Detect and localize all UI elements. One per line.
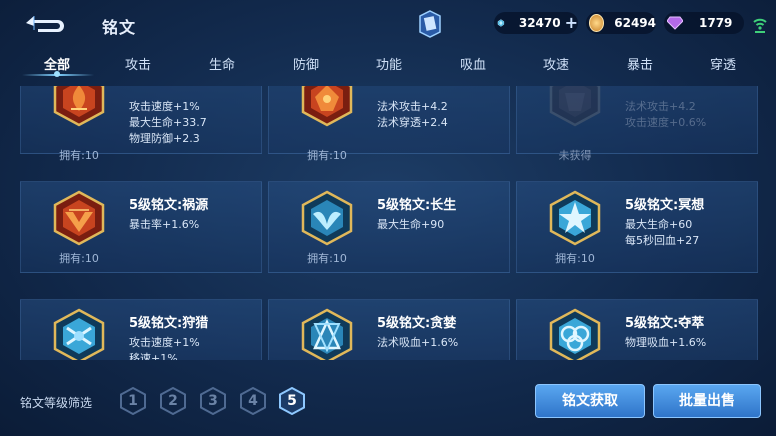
inscription-name: 5级铭文:贪婪 xyxy=(377,316,457,331)
level-filter-value: 5 xyxy=(287,393,297,409)
tab-utility[interactable]: 功能 xyxy=(376,54,402,73)
tab-attack[interactable]: 攻击 xyxy=(125,54,151,73)
gold-coin-icon xyxy=(589,14,605,32)
stat-line: 最大生命+60 xyxy=(625,218,693,231)
stat-line: 法术攻击+4.2 xyxy=(625,100,696,113)
blue-inscription-emblem-icon xyxy=(549,190,601,246)
stat-line: 物理吸血+1.6% xyxy=(625,336,707,349)
back-arrow-icon[interactable] xyxy=(24,12,66,34)
level-filter-4[interactable]: 4 xyxy=(240,387,266,415)
inscription-name: 5级铭文:祸源 xyxy=(129,198,209,213)
red-inscription-emblem-icon xyxy=(53,190,105,246)
stat-line: 物理防御+2.3 xyxy=(129,132,200,145)
stat-line: 最大生命+33.7 xyxy=(129,116,207,129)
blue-inscription-emblem-icon xyxy=(549,308,601,360)
inscription-name: 5级铭文:长生 xyxy=(377,198,457,213)
obtain-inscription-button[interactable]: 铭文获取 xyxy=(535,384,645,418)
level-filter-1[interactable]: 1 xyxy=(120,387,146,415)
diamond-count: 32470 xyxy=(518,16,561,30)
owned-count: 拥有:10 xyxy=(555,252,595,265)
category-tabs: 全部 攻击 生命 防御 功能 吸血 攻速 暴击 穿透 xyxy=(0,48,776,78)
gem-balance: 1779 xyxy=(664,12,744,34)
tab-crit[interactable]: 暴击 xyxy=(627,54,653,73)
inscription-card[interactable]: 5级铭文:夺萃 物理吸血+1.6% xyxy=(516,299,758,360)
gem-count: 1779 xyxy=(699,16,733,30)
level-filter-value: 2 xyxy=(168,393,178,409)
inscription-card[interactable]: 5级铭文:冥想 最大生命+60 每5秒回血+27 拥有:10 xyxy=(516,181,758,273)
level-filter-2[interactable]: 2 xyxy=(160,387,186,415)
purple-gem-icon xyxy=(667,16,683,30)
tab-lifesteal[interactable]: 吸血 xyxy=(460,54,486,73)
wifi-signal-icon xyxy=(753,18,767,33)
stat-line: 攻击速度+1% xyxy=(129,336,200,349)
inscription-name: 5级铭文:狩猎 xyxy=(129,316,209,331)
inscription-card[interactable]: 5级铭文:贪婪 法术吸血+1.6% xyxy=(268,299,510,360)
inscription-card[interactable]: 5级铭文:长生 最大生命+90 拥有:10 xyxy=(268,181,510,273)
diamond-icon xyxy=(497,19,505,27)
diamond-balance: 32470 + xyxy=(494,12,578,34)
level-filter-label: 铭文等级筛选 xyxy=(20,396,93,410)
owned-count: 拥有:10 xyxy=(307,252,347,265)
add-diamond-button[interactable]: + xyxy=(565,15,578,31)
level-filter-5[interactable]: 5 xyxy=(279,387,305,415)
owned-count: 未获得 xyxy=(558,149,592,162)
inscription-card[interactable]: 法术攻击+4.2 攻击速度+0.6% 未获得 xyxy=(516,86,758,162)
active-tab-indicator xyxy=(54,71,60,77)
tab-health[interactable]: 生命 xyxy=(209,54,235,73)
owned-count: 拥有:10 xyxy=(59,252,99,265)
stat-line: 每5秒回血+27 xyxy=(625,234,700,247)
bulk-sell-button[interactable]: 批量出售 xyxy=(653,384,761,418)
blue-inscription-emblem-icon xyxy=(301,308,353,360)
top-bar: 铭文 32470 + 62494 1779 xyxy=(0,0,776,48)
inscription-name: 5级铭文:夺萃 xyxy=(625,316,705,331)
stat-line: 法术攻击+4.2 xyxy=(377,100,448,113)
owned-count: 拥有:10 xyxy=(307,149,347,162)
inscription-card[interactable]: 5级铭文:狩猎 攻击速度+1% 移速+1% xyxy=(20,299,262,360)
inscription-card[interactable]: 5级铭文:祸源 暴击率+1.6% 拥有:10 xyxy=(20,181,262,273)
stat-line: 最大生命+90 xyxy=(377,218,445,231)
stat-line: 移速+1% xyxy=(129,352,178,360)
level-filter-value: 4 xyxy=(248,393,258,409)
gold-count: 62494 xyxy=(614,16,656,30)
blue-inscription-emblem-icon xyxy=(53,308,105,360)
inscription-grid: 攻击速度+1% 最大生命+33.7 物理防御+2.3 拥有:10 法术攻击+4.… xyxy=(0,86,776,360)
stat-line: 暴击率+1.6% xyxy=(129,218,200,231)
tab-attack-speed[interactable]: 攻速 xyxy=(543,54,569,73)
stat-line: 法术穿透+2.4 xyxy=(377,116,448,129)
tab-penetration[interactable]: 穿透 xyxy=(710,54,736,73)
inscription-name: 5级铭文:冥想 xyxy=(625,198,705,213)
gold-balance: 62494 xyxy=(586,12,656,34)
inscription-page-icon[interactable] xyxy=(418,10,442,38)
level-filter-value: 1 xyxy=(128,393,138,409)
red-inscription-emblem-icon xyxy=(53,86,105,127)
page-title: 铭文 xyxy=(102,18,137,37)
inscription-card[interactable]: 攻击速度+1% 最大生命+33.7 物理防御+2.3 拥有:10 xyxy=(20,86,262,162)
inscription-card[interactable]: 法术攻击+4.2 法术穿透+2.4 拥有:10 xyxy=(268,86,510,162)
stat-line: 攻击速度+0.6% xyxy=(625,116,707,129)
level-filter-3[interactable]: 3 xyxy=(200,387,226,415)
stat-line: 法术吸血+1.6% xyxy=(377,336,459,349)
owned-count: 拥有:10 xyxy=(59,149,99,162)
tab-defense[interactable]: 防御 xyxy=(293,54,319,73)
red-inscription-emblem-icon xyxy=(301,86,353,127)
stat-line: 攻击速度+1% xyxy=(129,100,200,113)
blue-inscription-emblem-icon xyxy=(301,190,353,246)
level-filter-value: 3 xyxy=(208,393,218,409)
locked-inscription-emblem-icon xyxy=(549,86,601,127)
